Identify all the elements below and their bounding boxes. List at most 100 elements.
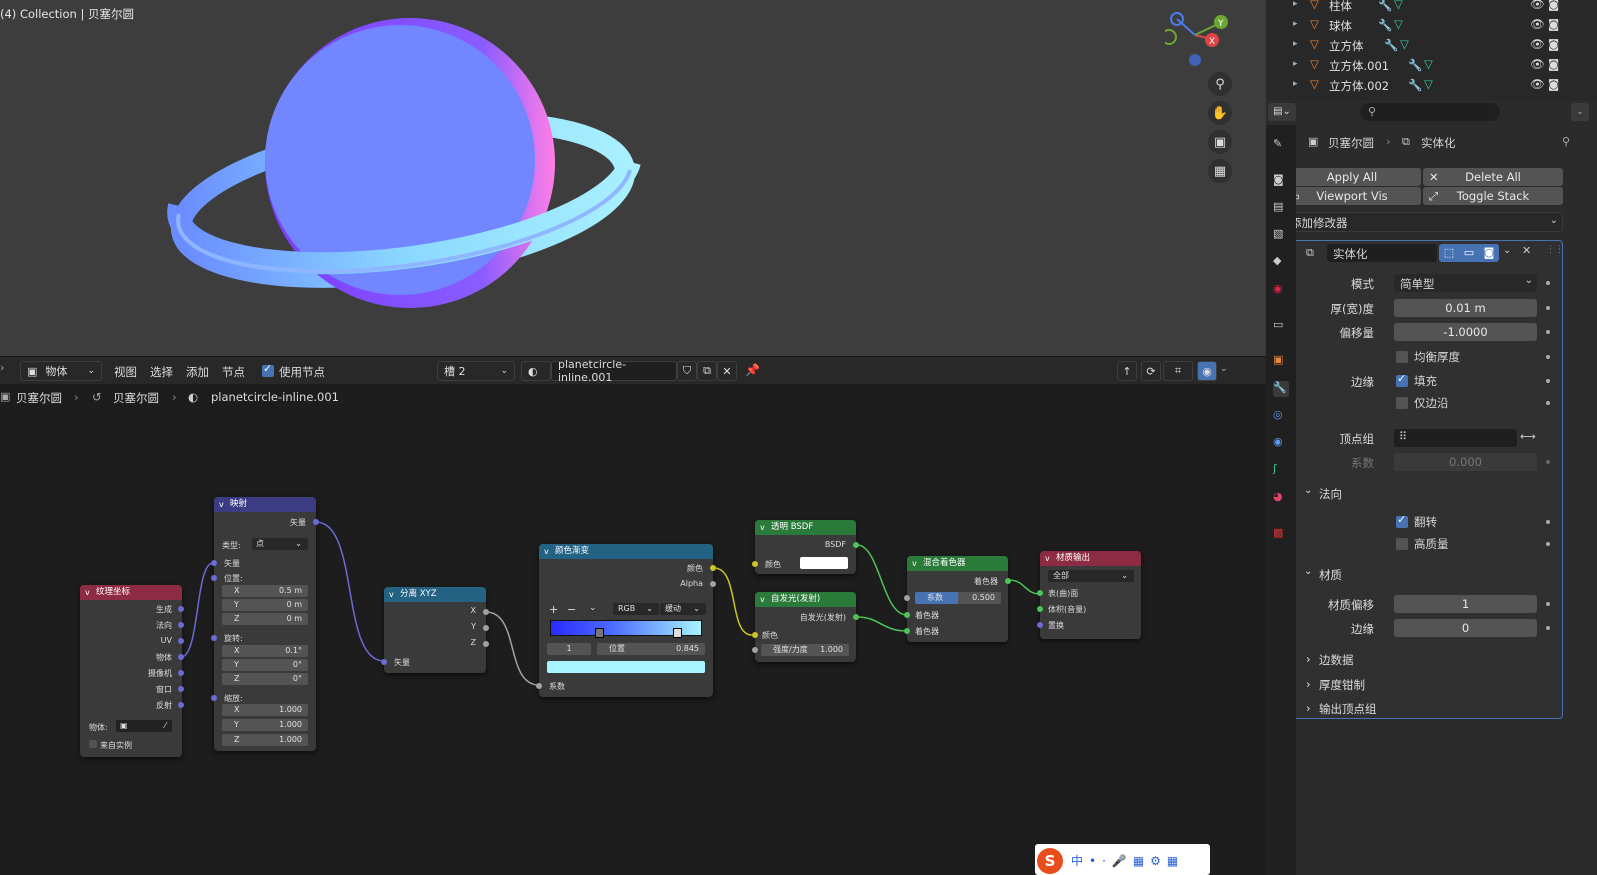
even-thickness-checkbox[interactable] bbox=[1396, 351, 1408, 363]
keyframe-dot[interactable] bbox=[1546, 602, 1550, 606]
chevron-down-icon[interactable]: ⌄ bbox=[589, 603, 597, 613]
expand-arrow-icon[interactable]: ▸ bbox=[1293, 39, 1298, 49]
socket[interactable] bbox=[178, 606, 184, 612]
socket[interactable] bbox=[211, 560, 217, 566]
socket[interactable] bbox=[853, 614, 859, 620]
unlink-close-icon[interactable]: ✕ bbox=[717, 361, 737, 381]
socket[interactable] bbox=[381, 659, 387, 665]
scale-x-field[interactable]: X 1.000 bbox=[222, 704, 308, 716]
edge-data-section-header[interactable]: 边数据 bbox=[1319, 652, 1354, 668]
output-icon[interactable]: ▤ bbox=[1273, 200, 1289, 216]
outliner-row[interactable]: ▸ ▽ 立方体.002 🔧 ▽ 👁 ◙ bbox=[1266, 76, 1597, 96]
keyframe-dot[interactable] bbox=[1546, 542, 1550, 546]
socket[interactable] bbox=[904, 628, 910, 634]
duplicate-icon[interactable]: ⧉ bbox=[697, 361, 717, 381]
socket[interactable] bbox=[904, 595, 910, 601]
rim-only-checkbox[interactable] bbox=[1396, 397, 1408, 409]
scene-icon[interactable]: ◆ bbox=[1273, 254, 1289, 270]
thickness-field[interactable]: 0.01 m bbox=[1394, 299, 1537, 317]
scale-z-field[interactable]: Z 1.000 bbox=[222, 734, 308, 746]
menu-view[interactable]: 视图 bbox=[114, 364, 137, 380]
socket[interactable] bbox=[752, 647, 758, 653]
viewport-vis-button[interactable]: ▭Viewport Vis bbox=[1283, 187, 1421, 205]
outliner-item-name[interactable]: 立方体.002 bbox=[1329, 78, 1389, 94]
color-mode-select[interactable]: RGB ⌄ bbox=[613, 603, 659, 615]
use-nodes-checkbox[interactable] bbox=[262, 362, 274, 377]
chevron-down-icon[interactable]: ⌄ bbox=[1220, 364, 1228, 374]
menu-add[interactable]: 添加 bbox=[186, 364, 209, 380]
outliner-row[interactable]: ▸ ▽ 柱体 🔧 ▽ 👁 ◙ bbox=[1266, 0, 1597, 16]
rot-z-field[interactable]: Z 0° bbox=[222, 673, 308, 685]
rim-material-field[interactable]: 0 bbox=[1394, 619, 1537, 637]
high-quality-checkbox[interactable] bbox=[1396, 538, 1408, 550]
3d-viewport[interactable]: (4) Collection | 贝塞尔圆 X Y ⚲ ✋ ▣ ▦ bbox=[0, 0, 1266, 356]
ime-buttons-icon[interactable]: 中•·🎤▦⚙▦ bbox=[1071, 852, 1184, 869]
keyframe-dot[interactable] bbox=[1546, 379, 1550, 383]
keyframe-dot[interactable] bbox=[1546, 520, 1550, 524]
expand-arrow-icon[interactable]: ▸ bbox=[1293, 79, 1298, 89]
material-name-field[interactable]: planetcircle-inline.001 bbox=[551, 358, 677, 384]
socket[interactable] bbox=[313, 519, 319, 525]
camera-render-icon[interactable]: ◙ bbox=[1548, 37, 1559, 51]
socket[interactable] bbox=[178, 654, 184, 660]
outliner-row[interactable]: ▸ ▽ 球体 🔧 ▽ 👁 ◙ bbox=[1266, 16, 1597, 36]
type-select[interactable]: 点 ⌄ bbox=[252, 538, 308, 550]
outliner-item-name[interactable]: 球体 bbox=[1329, 18, 1352, 34]
axis-gizmo[interactable]: X Y bbox=[1165, 5, 1245, 75]
snap-mode-icon[interactable]: ⌗ bbox=[1163, 361, 1193, 381]
keyframe-dot[interactable] bbox=[1546, 281, 1550, 285]
node-separate-xyz[interactable]: 分离 XYZ X Y Z 矢量 bbox=[381, 587, 489, 673]
socket[interactable] bbox=[178, 686, 184, 692]
search-input[interactable]: ⚲ bbox=[1360, 103, 1500, 121]
socket[interactable] bbox=[483, 641, 489, 647]
render-toggle-icon[interactable]: ◙ bbox=[1479, 244, 1499, 262]
delete-all-button[interactable]: ✕ Delete All bbox=[1423, 168, 1563, 186]
ramp-stop-handle[interactable] bbox=[595, 628, 604, 638]
curve-data-icon[interactable]: ʃ bbox=[1273, 462, 1289, 478]
socket[interactable] bbox=[1005, 578, 1011, 584]
socket[interactable] bbox=[1037, 606, 1043, 612]
collection-icon[interactable]: ▭ bbox=[1273, 318, 1289, 334]
socket[interactable] bbox=[178, 670, 184, 676]
loc-z-field[interactable]: Z0 m bbox=[222, 613, 308, 625]
tool-icon[interactable]: ✎ bbox=[1273, 137, 1289, 153]
chevron-right-icon[interactable]: › bbox=[1306, 652, 1311, 666]
grid-view-icon[interactable]: ▦ bbox=[1208, 159, 1232, 183]
vertex-group-field[interactable]: ⠿ bbox=[1394, 429, 1517, 447]
socket[interactable] bbox=[710, 565, 716, 571]
eye-icon[interactable]: 👁 bbox=[1530, 17, 1545, 31]
node-material-output[interactable]: 材质输出 全部⌄ 表(曲)面 体积(音量) 置换 bbox=[1037, 551, 1141, 639]
socket[interactable] bbox=[853, 542, 859, 548]
expand-arrow-icon[interactable]: ▸ bbox=[1293, 19, 1298, 29]
loc-x-field[interactable]: X 0.5 m bbox=[222, 585, 308, 597]
normals-section-header[interactable]: 法向 bbox=[1319, 486, 1342, 502]
outliner-item-name[interactable]: 立方体.001 bbox=[1329, 58, 1389, 74]
factor-slider[interactable]: 系数 0.500 bbox=[915, 592, 1001, 604]
material-slot-select[interactable]: 槽 2 ⌄ bbox=[437, 361, 515, 381]
scale-y-field[interactable]: Y 1.000 bbox=[222, 719, 308, 731]
interpolation-select[interactable]: 缓动 ⌄ bbox=[660, 603, 706, 615]
node-mapping[interactable]: 映射 矢量 类型: 点⌄ 矢量 位置: X0.5 m Y0 m Z0 m 旋转:… bbox=[211, 497, 319, 751]
strength-field[interactable]: 强度/力度 1.000 bbox=[761, 644, 849, 656]
parent-node-icon[interactable]: ↑ bbox=[1117, 361, 1137, 381]
stop-color-swatch[interactable] bbox=[547, 661, 705, 673]
node-color-ramp[interactable]: 颜色渐变 颜色 Alpha + − ⌄ RGB⌄ 缓动⌄ 1 位置0.845 系… bbox=[536, 544, 716, 697]
keyframe-dot[interactable] bbox=[1546, 306, 1550, 310]
camera-icon[interactable]: ▣ bbox=[1208, 130, 1232, 154]
editor-type-chevron-icon[interactable]: › bbox=[0, 361, 10, 381]
material-offset-field[interactable]: 1 bbox=[1394, 595, 1537, 613]
loc-y-field[interactable]: Y0 m bbox=[222, 599, 308, 611]
socket[interactable] bbox=[483, 625, 489, 631]
stop-index-field[interactable]: 1 bbox=[547, 643, 591, 655]
hand-pan-icon[interactable]: ✋ bbox=[1208, 101, 1232, 125]
viewport-toggle-icon[interactable]: ▭ bbox=[1459, 244, 1479, 262]
node-mix-shader[interactable]: 混合着色器 着色器 系数0.500 着色器 着色器 bbox=[904, 556, 1011, 642]
pin-icon[interactable]: ⚲ bbox=[1562, 135, 1570, 148]
zoom-icon[interactable]: ⚲ bbox=[1208, 72, 1232, 96]
remove-stop-icon[interactable]: − bbox=[567, 603, 576, 616]
apply-all-button[interactable]: ⤓Apply All bbox=[1283, 168, 1421, 186]
keyframe-dot[interactable] bbox=[1546, 626, 1550, 630]
camera-render-icon[interactable]: ◙ bbox=[1548, 77, 1559, 91]
object-mode-select[interactable]: ▣ 物体 ⌄ bbox=[20, 361, 102, 381]
pin-icon[interactable]: 📌 bbox=[745, 363, 760, 377]
